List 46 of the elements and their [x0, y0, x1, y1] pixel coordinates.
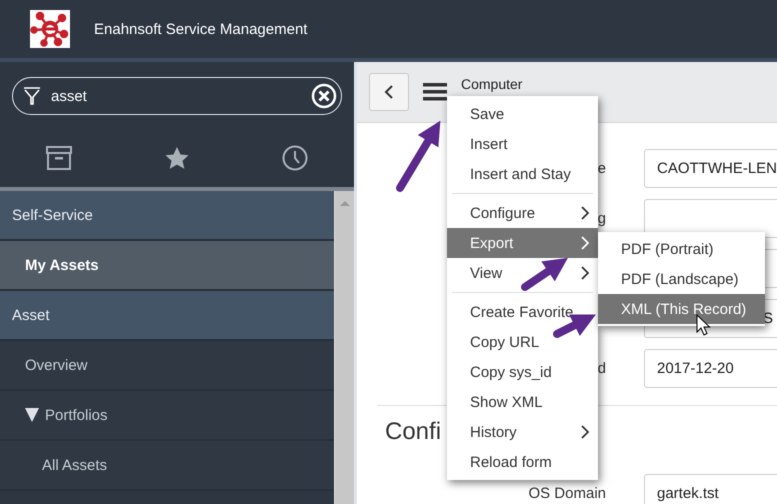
- menu-item[interactable]: Insert and Stay: [447, 159, 598, 189]
- logo-icon: [30, 10, 70, 48]
- nav-item[interactable]: My Assets: [0, 241, 334, 291]
- search-field[interactable]: asset: [12, 77, 342, 115]
- menu-item[interactable]: PDF (Landscape): [598, 264, 765, 294]
- arrow: [396, 120, 440, 192]
- menu-item[interactable]: Show XML: [447, 387, 598, 417]
- menu-icon[interactable]: [423, 83, 447, 101]
- chevron-right-icon: [581, 206, 589, 220]
- field-label: g: [598, 210, 606, 226]
- scrollbar[interactable]: [334, 191, 354, 504]
- chevron-left-icon: [384, 84, 394, 100]
- field-label: d: [598, 360, 606, 376]
- menu-item[interactable]: XML (This Record): [598, 294, 765, 324]
- field-label: e: [598, 160, 606, 176]
- app-title: Enahnsoft Service Management: [94, 20, 308, 38]
- menu-item[interactable]: Create Favorite: [447, 297, 598, 327]
- arrow: [521, 258, 568, 291]
- menu-item[interactable]: Save: [447, 99, 598, 129]
- menu-item[interactable]: Copy sys_id: [447, 357, 598, 387]
- input-field[interactable]: CAOTTWHE-LEN: [644, 148, 777, 188]
- nav-section[interactable]: Self-Service: [0, 191, 334, 241]
- chevron-right-icon: [581, 425, 589, 439]
- record-title: Computer: [461, 76, 522, 92]
- expanded-triangle-icon[interactable]: [25, 408, 39, 422]
- chevron-right-icon: [581, 266, 589, 280]
- clear-icon[interactable]: [311, 83, 337, 109]
- clock-icon[interactable]: [282, 145, 308, 171]
- menu-item[interactable]: Export: [447, 228, 598, 258]
- nav-section[interactable]: Asset: [0, 291, 334, 341]
- star-icon[interactable]: [164, 146, 190, 170]
- menu-item[interactable]: Reload form: [447, 447, 598, 477]
- archive-icon[interactable]: [46, 146, 72, 170]
- search-input[interactable]: asset: [49, 86, 303, 106]
- input-field[interactable]: 2017-12-20: [644, 348, 777, 388]
- menu-item[interactable]: Insert: [447, 129, 598, 159]
- chevron-right-icon: [581, 236, 589, 250]
- input-field[interactable]: gartek.tst: [644, 474, 777, 504]
- field-label: OS Domain: [528, 484, 606, 502]
- menu-item[interactable]: PDF (Portrait): [598, 234, 765, 264]
- section-heading: Confi: [385, 418, 442, 446]
- menu-item[interactable]: Configure: [447, 198, 598, 228]
- menu-item[interactable]: Copy URL: [447, 327, 598, 357]
- menu-item[interactable]: View: [447, 258, 598, 288]
- menu-item[interactable]: History: [447, 417, 598, 447]
- filter-icon: [23, 86, 41, 106]
